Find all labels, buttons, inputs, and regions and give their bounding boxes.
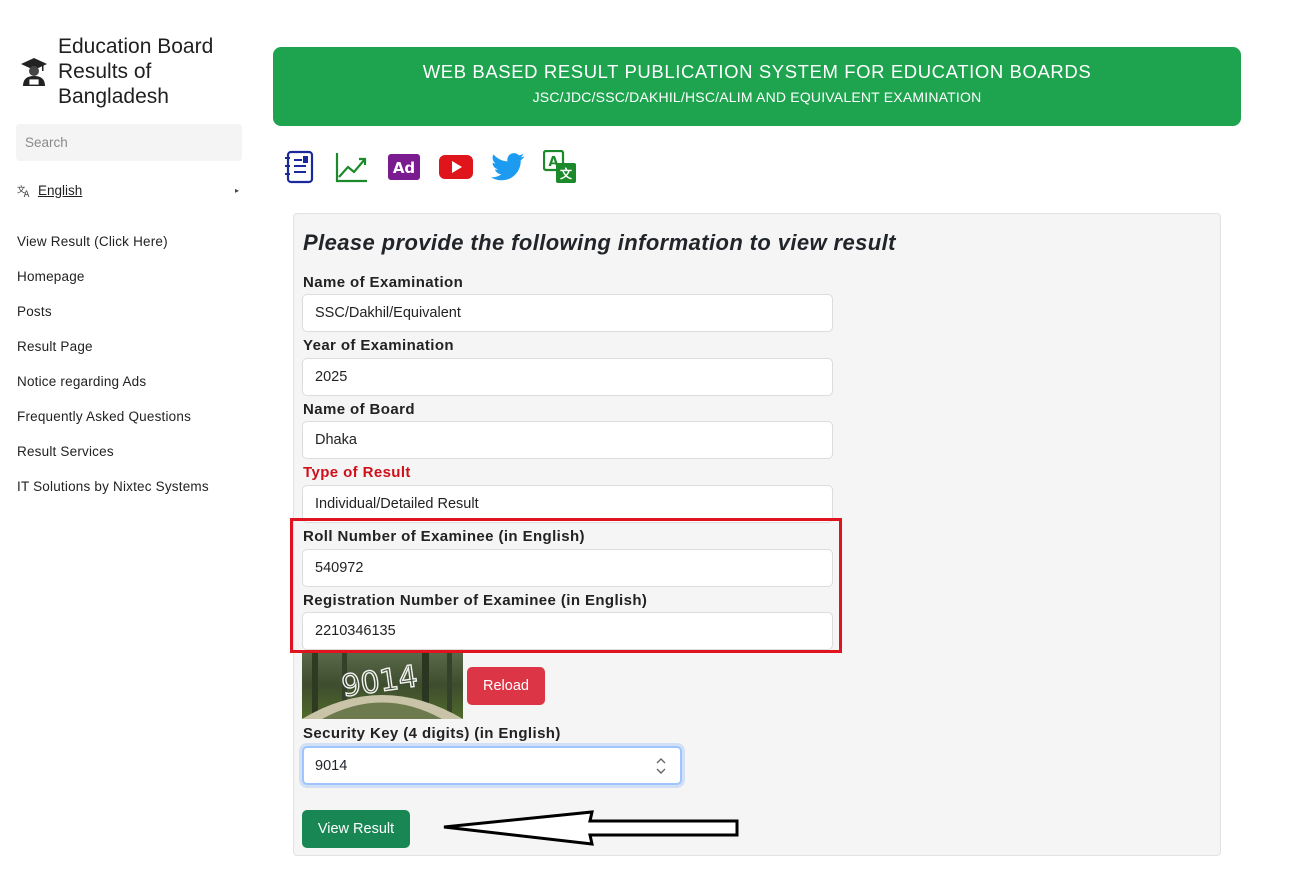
banner-subtitle: JSC/JDC/SSC/DAKHIL/HSC/ALIM AND EQUIVALE… bbox=[532, 89, 982, 105]
graduate-logo-icon bbox=[21, 58, 47, 86]
translate-icon: 文 A bbox=[17, 184, 30, 198]
pointer-arrow-icon bbox=[443, 810, 739, 846]
brand[interactable]: Education Board Results of Bangladesh bbox=[20, 34, 238, 109]
security-key-label: Security Key (4 digits) (in English) bbox=[303, 725, 561, 742]
form-heading: Please provide the following information… bbox=[303, 230, 896, 255]
nav-item-result-services[interactable]: Result Services bbox=[17, 442, 209, 477]
nav-item-posts[interactable]: Posts bbox=[17, 302, 209, 337]
nav-item-result-page[interactable]: Result Page bbox=[17, 337, 209, 372]
nav-item-ads-notice[interactable]: Notice regarding Ads bbox=[17, 372, 209, 407]
captcha-image: 9014 bbox=[302, 651, 463, 719]
ad-icon[interactable]: Ad bbox=[386, 149, 422, 185]
year-select[interactable]: 2025 bbox=[302, 358, 833, 396]
quick-links: Ad A 文 bbox=[282, 149, 594, 185]
nav-item-view-result[interactable]: View Result (Click Here) bbox=[17, 232, 209, 267]
svg-text:文: 文 bbox=[560, 166, 573, 181]
sidebar-nav: View Result (Click Here) Homepage Posts … bbox=[17, 232, 209, 512]
exam-label: Name of Examination bbox=[303, 274, 464, 291]
svg-text:A: A bbox=[24, 189, 30, 198]
sidebar: Education Board Results of Bangladesh 文 … bbox=[0, 0, 258, 873]
reload-captcha-button[interactable]: Reload bbox=[467, 667, 545, 705]
header-banner: WEB BASED RESULT PUBLICATION SYSTEM FOR … bbox=[273, 47, 1241, 126]
security-key-input[interactable]: 9014 bbox=[302, 746, 682, 785]
translate-icon[interactable]: A 文 bbox=[542, 149, 578, 185]
twitter-icon[interactable] bbox=[490, 149, 526, 185]
nav-item-homepage[interactable]: Homepage bbox=[17, 267, 209, 302]
brand-title: Education Board Results of Bangladesh bbox=[58, 35, 214, 108]
nav-item-faq[interactable]: Frequently Asked Questions bbox=[17, 407, 209, 442]
language-selector[interactable]: 文 A English ▸ bbox=[17, 180, 239, 200]
view-result-button[interactable]: View Result bbox=[302, 810, 410, 848]
caret-right-icon: ▸ bbox=[234, 185, 239, 195]
nav-item-it-solutions[interactable]: IT Solutions by Nixtec Systems bbox=[17, 477, 209, 512]
security-key-value: 9014 bbox=[315, 757, 348, 774]
banner-title: WEB BASED RESULT PUBLICATION SYSTEM FOR … bbox=[422, 61, 1092, 82]
search-input[interactable] bbox=[16, 124, 242, 161]
year-label: Year of Examination bbox=[303, 337, 454, 354]
result-type-label: Type of Result bbox=[303, 464, 411, 481]
language-label: English bbox=[38, 182, 83, 198]
svg-text:Ad: Ad bbox=[393, 159, 415, 177]
trend-chart-icon[interactable] bbox=[334, 149, 370, 185]
number-spinner-icon[interactable] bbox=[656, 756, 666, 776]
highlight-box bbox=[290, 518, 842, 653]
board-select[interactable]: Dhaka bbox=[302, 421, 833, 459]
board-label: Name of Board bbox=[303, 401, 415, 418]
youtube-icon[interactable] bbox=[438, 149, 474, 185]
result-list-icon[interactable] bbox=[282, 149, 318, 185]
exam-select[interactable]: SSC/Dakhil/Equivalent bbox=[302, 294, 833, 332]
